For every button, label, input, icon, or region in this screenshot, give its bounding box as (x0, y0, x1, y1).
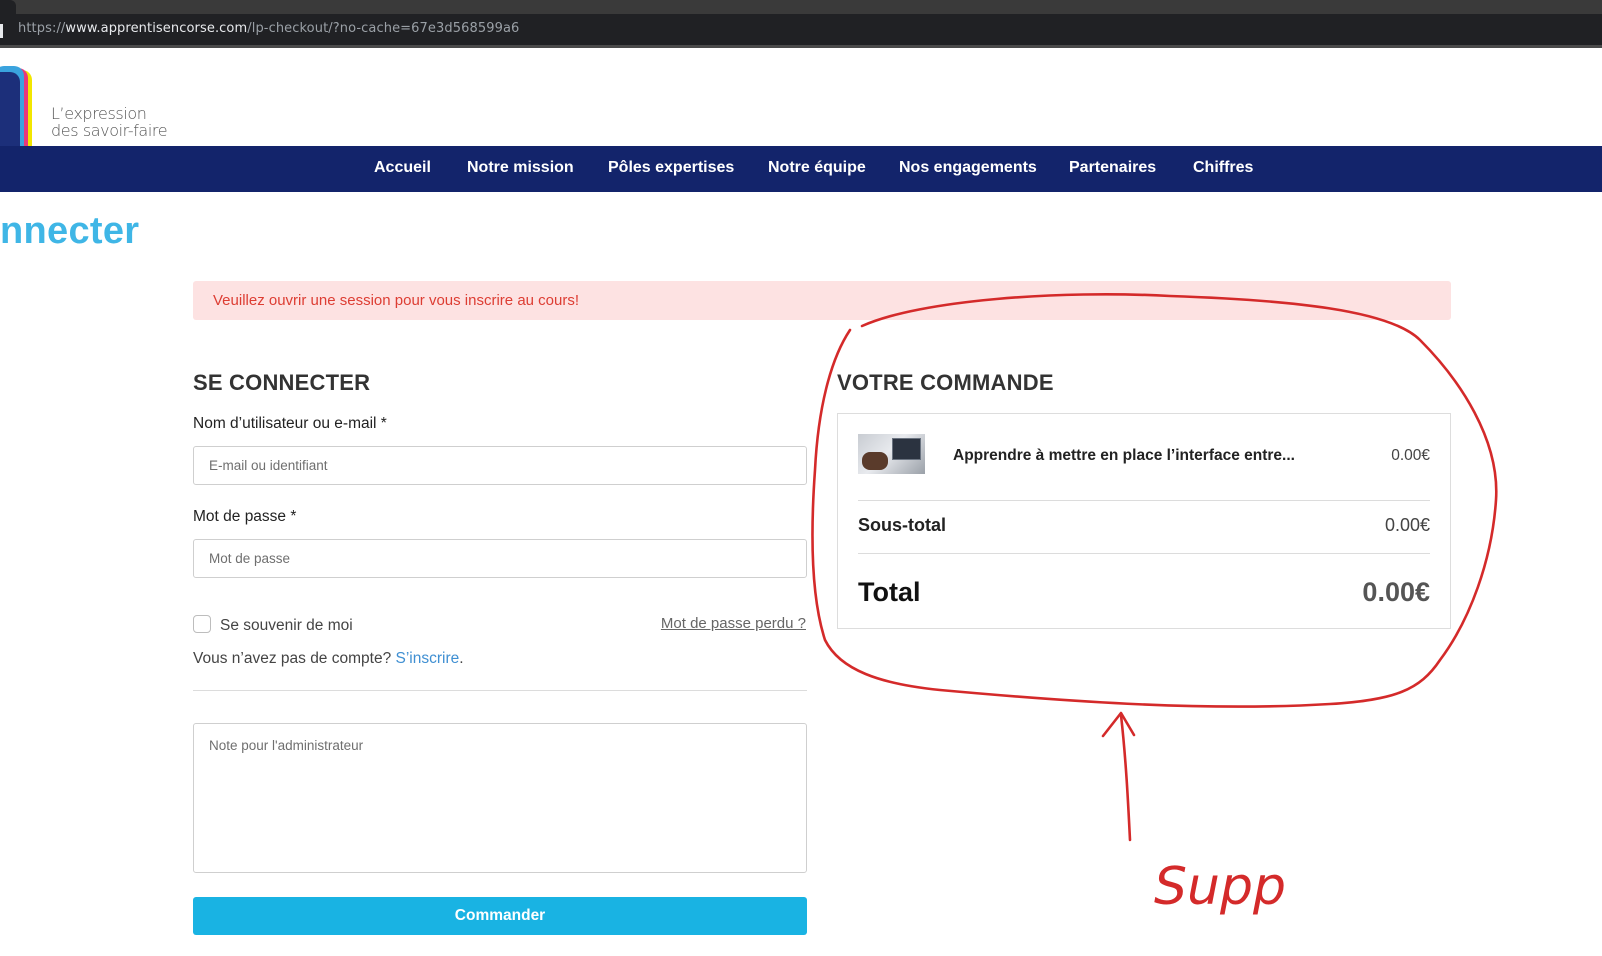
nav-item-chiffres[interactable]: Chiffres (1193, 159, 1253, 177)
subtotal-value: 0.00€ (1384, 515, 1430, 535)
commander-button[interactable]: Commander (193, 897, 807, 935)
login-title: SE CONNECTER (193, 370, 371, 395)
url-scheme: https:// (18, 21, 66, 36)
nav-item-notre-mission[interactable]: Notre mission (467, 159, 574, 177)
address-bar[interactable]: https://www.apprentisencorse.com/lp-chec… (0, 14, 1602, 48)
main-navigation: Accueil Notre mission Pôles expertises N… (0, 146, 1602, 192)
password-input[interactable] (193, 539, 807, 578)
row-divider (858, 500, 1430, 501)
laptop-image (892, 438, 921, 460)
password-label: Mot de passe * (193, 508, 297, 525)
login-required-alert: Veuillez ouvrir une session pour vous in… (193, 281, 1451, 320)
page-title: nnecter (0, 210, 140, 252)
hand-image (862, 452, 888, 470)
username-input[interactable] (193, 446, 807, 485)
nav-item-accueil[interactable]: Accueil (374, 159, 431, 177)
no-account-text: Vous n’avez pas de compte? S’inscrire. (193, 650, 464, 668)
url-text[interactable]: https://www.apprentisencorse.com/lp-chec… (18, 21, 519, 36)
form-divider (193, 690, 807, 691)
remember-me-checkbox[interactable] (193, 615, 211, 633)
annotation-arrow-head (1101, 711, 1136, 738)
nav-item-nos-engagements[interactable]: Nos engagements (899, 159, 1037, 177)
signup-link[interactable]: S’inscrire (396, 650, 460, 667)
annotation-arrow-shaft (1119, 713, 1132, 842)
total-value: 0.00€ (1362, 577, 1430, 607)
order-item-price: 0.00€ (1391, 447, 1430, 464)
browser-tab[interactable] (0, 0, 16, 14)
row-divider (858, 553, 1430, 554)
order-summary: Apprendre à mettre en place l’interface … (837, 413, 1451, 629)
admin-note-textarea[interactable] (193, 723, 807, 873)
nav-item-poles-expertises[interactable]: Pôles expertises (608, 159, 734, 177)
subtotal-label: Sous-total (858, 515, 946, 535)
signup-suffix: . (459, 650, 464, 667)
alert-message: Veuillez ouvrir une session pour vous in… (213, 292, 580, 309)
url-host: www.apprentisencorse.com (65, 21, 248, 36)
tagline-line-1: L’expression (51, 104, 147, 123)
remember-me-label[interactable]: Se souvenir de moi (220, 617, 353, 635)
tagline-line-2: des savoir-faire (51, 121, 168, 140)
url-path: /lp-checkout/?no-cache=67e3d568599a6 (247, 21, 520, 36)
order-title: VOTRE COMMANDE (837, 370, 1054, 395)
site-info-icon[interactable] (0, 24, 3, 38)
no-account-question: Vous n’avez pas de compte? (193, 650, 392, 667)
browser-tab-strip (0, 0, 1602, 14)
nav-item-notre-equipe[interactable]: Notre équipe (768, 159, 866, 177)
site-tagline: L’expression des savoir-faire (51, 104, 168, 140)
username-label: Nom d’utilisateur ou e-mail * (193, 415, 387, 432)
annotation-text: Supp (1154, 857, 1286, 917)
lost-password-link[interactable]: Mot de passe perdu ? (661, 615, 806, 632)
course-thumbnail (858, 434, 925, 474)
nav-item-partenaires[interactable]: Partenaires (1069, 159, 1156, 177)
total-label: Total (858, 577, 921, 607)
order-item-name[interactable]: Apprendre à mettre en place l’interface … (953, 447, 1295, 465)
